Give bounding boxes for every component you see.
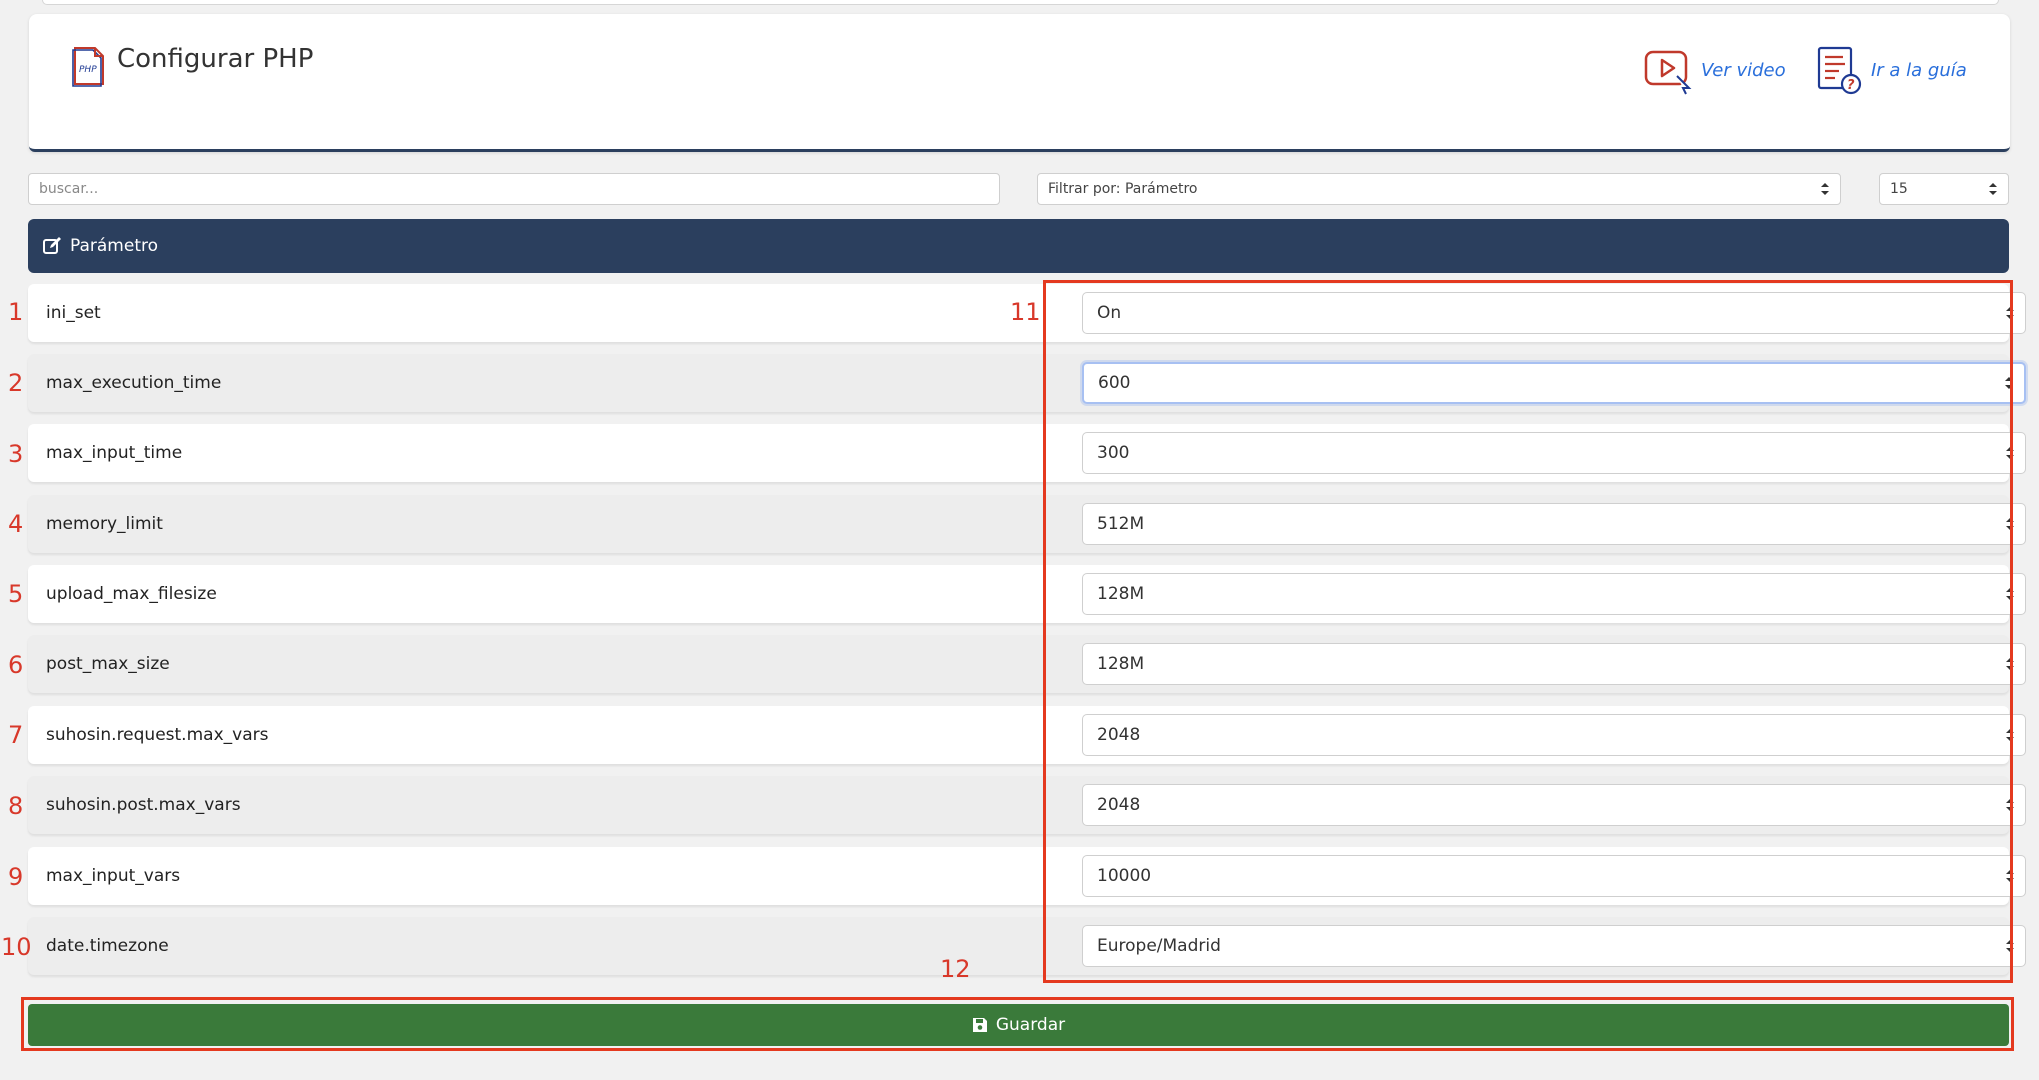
row-number-annotation: 4 [8, 510, 24, 538]
page-size-select[interactable]: 15 [1879, 173, 2009, 205]
table-row: memory_limit 512M [28, 495, 2026, 553]
row-number-annotation: 5 [8, 580, 24, 608]
save-button-label: Guardar [995, 1015, 1066, 1035]
param-value-select[interactable]: Europe/Madrid [1082, 925, 2026, 967]
table-header-label: Parámetro [70, 236, 159, 256]
page-header-card: PHP Configurar PHP Ver video ? Ir a la g… [29, 14, 2010, 152]
table-row: max_input_vars 10000 [28, 847, 2026, 905]
table-row: upload_max_filesize 128M [28, 565, 2026, 623]
select-arrows-icon [2006, 447, 2014, 459]
select-arrows-icon [2005, 377, 2013, 389]
filter-by-value: Filtrar por: Parámetro [1048, 181, 1198, 197]
param-value-select[interactable]: 128M [1082, 643, 2026, 685]
param-value: 10000 [1097, 866, 1152, 886]
go-to-guide-label: Ir a la guía [1871, 59, 1967, 81]
table-row: post_max_size 128M [28, 635, 2026, 693]
param-value: 2048 [1097, 725, 1141, 745]
select-arrows-icon [2006, 799, 2014, 811]
select-arrows-icon [2006, 870, 2014, 882]
param-value: 128M [1097, 584, 1145, 604]
param-value: 2048 [1097, 795, 1141, 815]
row-number-annotation: 9 [8, 863, 24, 891]
row-number-annotation: 7 [8, 721, 24, 749]
param-value: 128M [1097, 654, 1145, 674]
table-row: suhosin.request.max_vars 2048 [28, 706, 2026, 764]
svg-text:?: ? [1847, 78, 1855, 93]
table-header: Parámetro [28, 219, 2009, 273]
param-value-select[interactable]: 10000 [1082, 855, 2026, 897]
param-value-select[interactable]: 128M [1082, 573, 2026, 615]
param-name: max_input_vars [46, 866, 181, 886]
page-title: Configurar PHP [117, 44, 314, 74]
floppy-disk-icon [972, 1018, 987, 1032]
go-to-guide-link[interactable]: ? Ir a la guía [1813, 44, 1967, 96]
previous-card-edge [42, 0, 1999, 5]
param-value: 300 [1097, 443, 1130, 463]
row-number-annotation: 10 [1, 933, 32, 961]
row-number-annotation: 3 [8, 440, 24, 468]
select-arrows-icon [2006, 307, 2014, 319]
select-arrows-icon [2006, 588, 2014, 600]
param-value-select[interactable]: 2048 [1082, 714, 2026, 756]
param-value-select[interactable]: On [1082, 292, 2026, 334]
php-file-icon: PHP [72, 47, 104, 87]
param-name: max_input_time [46, 443, 183, 463]
param-value-select[interactable]: 512M [1082, 503, 2026, 545]
row-number-annotation: 8 [8, 792, 24, 820]
table-row: date.timezone Europe/Madrid [28, 917, 2026, 975]
play-video-icon [1644, 50, 1692, 95]
guide-document-icon: ? [1817, 46, 1862, 95]
values-column-annotation: 11 [1010, 298, 1041, 326]
select-arrows-icon [2006, 658, 2014, 670]
param-name: ini_set [46, 303, 101, 323]
filter-by-select[interactable]: Filtrar por: Parámetro [1037, 173, 1841, 205]
param-value-select[interactable]: 300 [1082, 432, 2026, 474]
select-arrows-icon [2006, 518, 2014, 530]
param-name: upload_max_filesize [46, 584, 217, 604]
select-arrows-icon [2006, 729, 2014, 741]
table-row: max_execution_time 600 [28, 354, 2026, 412]
select-arrows-icon [2006, 940, 2014, 952]
table-row: max_input_time 300 [28, 424, 2026, 482]
param-value-select[interactable]: 600 [1082, 362, 2026, 404]
param-value: On [1097, 303, 1122, 323]
param-name: memory_limit [46, 514, 163, 534]
param-value: Europe/Madrid [1097, 936, 1221, 956]
watch-video-label: Ver video [1701, 59, 1786, 81]
select-arrows-icon [1989, 183, 1997, 195]
save-button[interactable]: Guardar [28, 1004, 2009, 1046]
svg-text:PHP: PHP [79, 65, 97, 75]
row-number-annotation: 1 [8, 298, 24, 326]
watch-video-link[interactable]: Ver video [1643, 44, 1786, 96]
param-name: suhosin.post.max_vars [46, 795, 241, 815]
edit-icon [43, 237, 61, 254]
page-size-value: 15 [1890, 181, 1908, 197]
param-name: date.timezone [46, 936, 169, 956]
param-value-select[interactable]: 2048 [1082, 784, 2026, 826]
row-number-annotation: 2 [8, 369, 24, 397]
param-name: suhosin.request.max_vars [46, 725, 269, 745]
row-number-annotation: 6 [8, 651, 24, 679]
search-input[interactable] [28, 173, 1000, 205]
save-button-annotation: 12 [940, 955, 971, 983]
param-name: max_execution_time [46, 373, 222, 393]
select-arrows-icon [1821, 183, 1829, 195]
table-row: suhosin.post.max_vars 2048 [28, 776, 2026, 834]
param-value: 600 [1098, 373, 1131, 393]
param-name: post_max_size [46, 654, 170, 674]
param-value: 512M [1097, 514, 1145, 534]
